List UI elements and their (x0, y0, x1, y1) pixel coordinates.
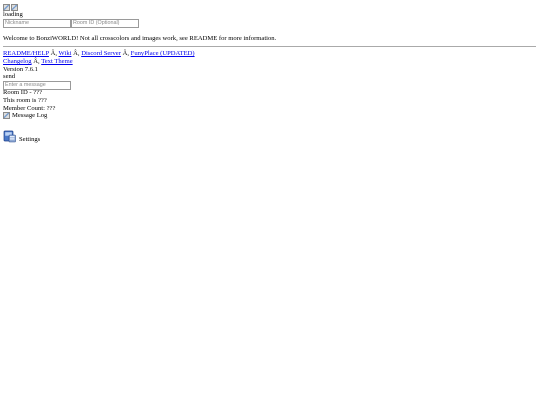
message-log-icon (3, 112, 10, 119)
message-log-label: Message Log (12, 112, 48, 119)
link-readme-help[interactable]: README/HELP (3, 50, 49, 57)
link-separator: Â, (73, 50, 80, 57)
links-row-1: README/HELP Â, Wiki Â, Discord Server Â,… (3, 50, 195, 58)
settings-icon[interactable] (3, 129, 17, 143)
settings-label[interactable]: Settings (19, 136, 40, 144)
broken-image-icon (11, 4, 18, 11)
link-funyplace[interactable]: FunyPlace (UPDATED) (131, 50, 195, 57)
link-separator: Â, (33, 58, 40, 65)
links-row-2: Changelog Â, Text Theme (3, 58, 73, 66)
link-discord-server[interactable]: Discord Server (81, 50, 121, 57)
broken-image-icon (3, 4, 10, 11)
link-text-theme[interactable]: Text Theme (41, 58, 72, 65)
welcome-text: Welcome to BonziWORLD! Not all crosscolo… (3, 35, 277, 42)
message-log-button[interactable]: Message Log (3, 112, 47, 120)
room-status-text: This room is ??? (3, 97, 47, 104)
loading-text: loading (3, 11, 23, 18)
divider (3, 46, 536, 47)
link-changelog[interactable]: Changelog (3, 58, 32, 65)
room-id-text: Room ID - ??? (3, 89, 42, 96)
link-wiki[interactable]: Wiki (59, 50, 72, 57)
link-separator: Â, (50, 50, 57, 57)
send-button[interactable]: send (3, 73, 15, 81)
link-separator: Â, (122, 50, 129, 57)
room-id-input[interactable] (71, 19, 139, 28)
nickname-input[interactable] (3, 19, 71, 28)
